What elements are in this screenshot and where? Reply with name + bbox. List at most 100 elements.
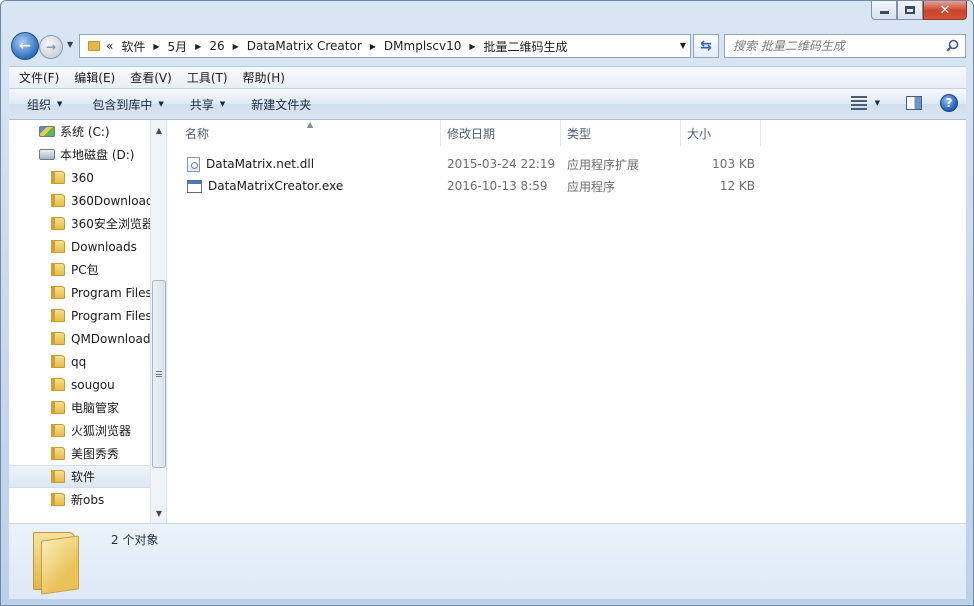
recent-pages-dropdown[interactable]: ▼ [67, 40, 73, 49]
nav-item-label: 本地磁盘 (D:) [60, 148, 135, 162]
breadcrumb: 软件 ▶ 5月 ▶ 26 ▶ DataMatrix Creator ▶ DMmp… [121, 38, 567, 55]
nav-scrollbar[interactable]: ▲ ▼ [150, 120, 166, 523]
address-bar[interactable]: « 软件 ▶ 5月 ▶ 26 ▶ DataMatrix Creator ▶ DM… [79, 34, 691, 58]
nav-item-folder[interactable]: 360 [9, 166, 151, 189]
nav-item-folder[interactable]: Program Files [9, 281, 151, 304]
menu-view[interactable]: 查看(V) [120, 69, 177, 86]
file-row[interactable]: DataMatrix.net.dll 2015-03-24 22:19 应用程序… [169, 153, 769, 175]
nav-item-folder[interactable]: 新obs [9, 488, 151, 511]
chevron-right-icon[interactable]: ▶ [153, 42, 159, 51]
search-box [724, 34, 966, 58]
nav-item-folder[interactable]: 360安全浏览器 [9, 212, 151, 235]
menu-help[interactable]: 帮助(H) [233, 69, 290, 86]
nav-item-label: 软件 [71, 470, 96, 484]
forward-button[interactable]: → [39, 35, 63, 59]
folder-icon [51, 240, 65, 253]
minimize-button[interactable] [871, 1, 897, 20]
nav-item-label: QMDownload [71, 331, 151, 346]
column-header-size[interactable]: 大小 [681, 120, 761, 146]
file-list-pane: ▲ 名称 修改日期 类型 大小 DataMatrix.net.dll 2015-… [169, 120, 966, 523]
sort-ascending-icon: ▲ [307, 120, 314, 129]
nav-tree: 系统 (C:) 本地磁盘 (D:) 360 360Downloads 360安全… [9, 120, 151, 511]
nav-item-folder[interactable]: qq [9, 350, 151, 373]
column-header-name[interactable]: ▲ 名称 [169, 120, 441, 146]
nav-item-folder[interactable]: sougou [9, 373, 151, 396]
scroll-up-icon[interactable]: ▲ [151, 122, 166, 138]
dll-file-icon [187, 156, 200, 172]
preview-pane-icon[interactable] [906, 96, 922, 110]
details-pane: 2 个对象 [9, 523, 966, 599]
column-header-date[interactable]: 修改日期 [441, 120, 561, 146]
nav-item-folder[interactable]: PC包 [9, 258, 151, 281]
breadcrumb-overflow[interactable]: « [106, 39, 113, 53]
breadcrumb-item[interactable]: DataMatrix Creator [247, 39, 362, 53]
search-icon[interactable] [946, 39, 959, 52]
column-header-type[interactable]: 类型 [561, 120, 681, 146]
nav-item-folder[interactable]: Program Files (x86) [9, 304, 151, 327]
nav-item-folder[interactable]: 360Downloads [9, 189, 151, 212]
chevron-right-icon[interactable]: ▶ [469, 42, 475, 51]
nav-item-folder[interactable]: Downloads [9, 235, 151, 258]
address-history-dropdown[interactable]: ▼ [680, 41, 686, 50]
navigation-pane: 系统 (C:) 本地磁盘 (D:) 360 360Downloads 360安全… [9, 120, 167, 523]
file-row[interactable]: DataMatrixCreator.exe 2016-10-13 8:59 应用… [169, 175, 769, 197]
breadcrumb-item[interactable]: 软件 [121, 38, 145, 55]
chevron-right-icon[interactable]: ▶ [370, 42, 376, 51]
column-headers: ▲ 名称 修改日期 类型 大小 [169, 120, 769, 146]
breadcrumb-item[interactable]: 26 [209, 39, 224, 53]
breadcrumb-item[interactable]: DMmplscv10 [384, 39, 461, 53]
nav-item-label: Downloads [71, 239, 137, 254]
help-icon[interactable]: ? [940, 94, 958, 112]
file-name-cell: DataMatrixCreator.exe [169, 179, 441, 193]
arrow-left-icon: ← [19, 38, 31, 54]
breadcrumb-item-current[interactable]: 批量二维码生成 [484, 38, 568, 55]
minimize-icon [879, 10, 889, 14]
nav-item-folder-selected[interactable]: 软件 [9, 465, 151, 488]
item-count: 2 个对象 [111, 533, 159, 547]
search-input[interactable] [725, 35, 935, 57]
breadcrumb-item[interactable]: 5月 [168, 38, 188, 55]
new-folder-button[interactable]: 新建文件夹 [242, 96, 320, 113]
chevron-down-icon: ▼ [219, 100, 226, 108]
arrow-right-icon: → [45, 40, 57, 54]
chevron-down-icon[interactable]: ▼ [875, 99, 880, 107]
nav-item-drive-d[interactable]: 本地磁盘 (D:) [9, 143, 151, 166]
grip-icon [156, 371, 162, 377]
file-type: 应用程序 [567, 179, 616, 194]
chevron-right-icon[interactable]: ▶ [233, 42, 239, 51]
folder-icon [51, 332, 65, 345]
nav-item-label: 360 [71, 170, 94, 185]
command-bar: 组织 ▼ 包含到库中 ▼ 共享 ▼ 新建文件夹 ▼ ? [9, 88, 966, 120]
nav-item-folder[interactable]: QMDownload [9, 327, 151, 350]
menu-file[interactable]: 文件(F) [9, 69, 64, 86]
file-size: 12 KB [719, 179, 755, 193]
nav-item-folder[interactable]: 电脑管家 [9, 396, 151, 419]
folder-icon [51, 217, 65, 230]
view-options-icon[interactable] [850, 96, 867, 110]
menu-tools[interactable]: 工具(T) [177, 69, 233, 86]
nav-item-drive-c[interactable]: 系统 (C:) [9, 120, 151, 143]
folder-icon [51, 286, 65, 299]
close-icon: ✕ [939, 2, 951, 18]
nav-item-folder[interactable]: 火狐浏览器 [9, 419, 151, 442]
chevron-right-icon[interactable]: ▶ [195, 42, 201, 51]
explorer-window: ✕ ← → ▼ « 软件 ▶ 5月 ▶ 26 ▶ DataMatrix Crea… [0, 0, 974, 606]
maximize-icon [905, 6, 915, 14]
nav-item-label: 系统 (C:) [60, 125, 110, 139]
refresh-icon: ⇆ [700, 38, 712, 54]
scroll-down-icon[interactable]: ▼ [151, 505, 166, 521]
file-name-cell: DataMatrix.net.dll [169, 156, 441, 172]
nav-item-folder[interactable]: 美图秀秀 [9, 442, 151, 465]
back-button[interactable]: ← [11, 32, 39, 60]
close-button[interactable]: ✕ [923, 1, 967, 20]
nav-item-label: 360Downloads [71, 193, 151, 208]
refresh-button[interactable]: ⇆ [693, 34, 719, 58]
include-library-button[interactable]: 包含到库中 ▼ [83, 96, 172, 113]
scroll-thumb[interactable] [152, 280, 166, 468]
menu-edit[interactable]: 编辑(E) [64, 69, 120, 86]
maximize-button[interactable] [897, 1, 923, 20]
nav-item-label: sougou [71, 377, 115, 392]
organize-button[interactable]: 组织 ▼ [9, 96, 71, 113]
share-button[interactable]: 共享 ▼ [181, 96, 234, 113]
nav-item-label: 360安全浏览器 [71, 217, 151, 231]
